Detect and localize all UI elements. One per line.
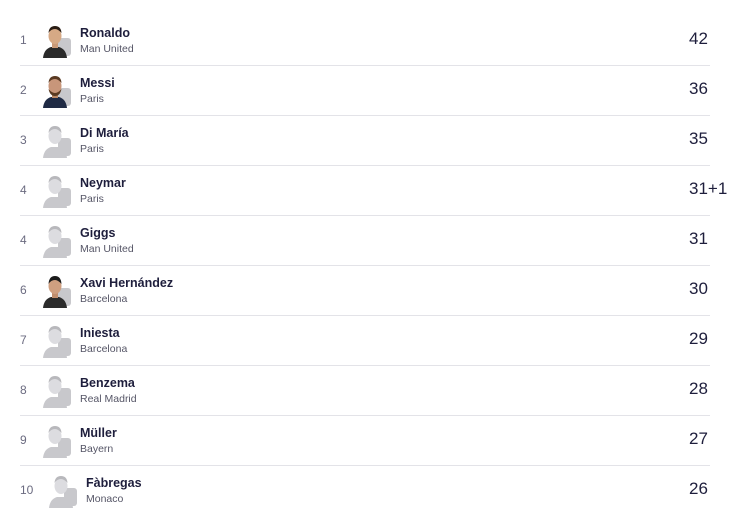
club-name: Paris [80, 193, 104, 205]
player-name: Fàbregas [86, 476, 142, 490]
club-name: Monaco [86, 493, 124, 505]
list-item[interactable]: 6 Xavi Hernández Barcelona 30 [20, 266, 710, 316]
player-name: Giggs [80, 226, 116, 240]
player-photo [41, 74, 73, 108]
club-name: Bayern [80, 443, 114, 455]
player-name: Ronaldo [80, 26, 130, 40]
player-silhouette-icon [41, 374, 73, 408]
list-item[interactable]: 1 Ronaldo Man United 42 [20, 16, 710, 66]
list-item[interactable]: 2 Messi Paris 36 [20, 66, 710, 116]
list-item[interactable]: 4 Neymar Paris 31+1 [20, 166, 727, 216]
rank-number: 8 [20, 383, 27, 397]
rank-number: 4 [20, 233, 27, 247]
stat-value: 31 [689, 229, 708, 248]
club-name: Paris [80, 93, 104, 105]
stat-value: 31+1 [689, 179, 728, 198]
rank-number: 3 [20, 133, 27, 147]
stat-value: 29 [689, 329, 708, 348]
player-silhouette-icon [41, 174, 73, 208]
stat-value: 36 [689, 79, 708, 98]
player-name: Messi [80, 76, 115, 90]
rank-number: 9 [20, 433, 27, 447]
club-name: Barcelona [80, 293, 128, 305]
rank-number: 2 [20, 83, 27, 97]
rank-number: 10 [20, 483, 34, 497]
player-photo [41, 274, 73, 308]
stat-value: 30 [689, 279, 708, 298]
list-item[interactable]: 7 Iniesta Barcelona 29 [20, 316, 710, 366]
rank-number: 7 [20, 333, 27, 347]
list-item[interactable]: 10 Fàbregas Monaco 26 [20, 466, 710, 516]
list-item[interactable]: 4 Giggs Man United 31 [20, 216, 710, 266]
list-item[interactable]: 3 Di María Paris 35 [20, 116, 710, 166]
club-name: Real Madrid [80, 393, 137, 405]
player-name: Iniesta [80, 326, 120, 340]
player-name: Xavi Hernández [80, 276, 174, 290]
player-name: Müller [80, 426, 117, 440]
stat-value: 42 [689, 29, 708, 48]
club-name: Barcelona [80, 343, 128, 355]
player-silhouette-icon [41, 124, 73, 158]
stat-value: 27 [689, 429, 708, 448]
rank-number: 4 [20, 183, 27, 197]
stat-value: 26 [689, 479, 708, 498]
stat-value: 28 [689, 379, 708, 398]
player-name: Neymar [80, 176, 126, 190]
club-name: Man United [80, 43, 134, 55]
club-name: Man United [80, 243, 134, 255]
leaderboard-list: 1 Ronaldo Man United 42 2 Messi Paris 36… [0, 0, 730, 516]
club-name: Paris [80, 143, 104, 155]
player-silhouette-icon [41, 224, 73, 258]
player-name: Di María [80, 126, 129, 140]
player-silhouette-icon [41, 324, 73, 358]
list-item[interactable]: 8 Benzema Real Madrid 28 [20, 366, 710, 416]
player-photo [41, 24, 73, 58]
player-silhouette-icon [41, 424, 73, 458]
list-item[interactable]: 9 Müller Bayern 27 [20, 416, 710, 466]
stat-value: 35 [689, 129, 708, 148]
rank-number: 6 [20, 283, 27, 297]
player-silhouette-icon [47, 474, 79, 508]
player-name: Benzema [80, 376, 135, 390]
rank-number: 1 [20, 33, 27, 47]
